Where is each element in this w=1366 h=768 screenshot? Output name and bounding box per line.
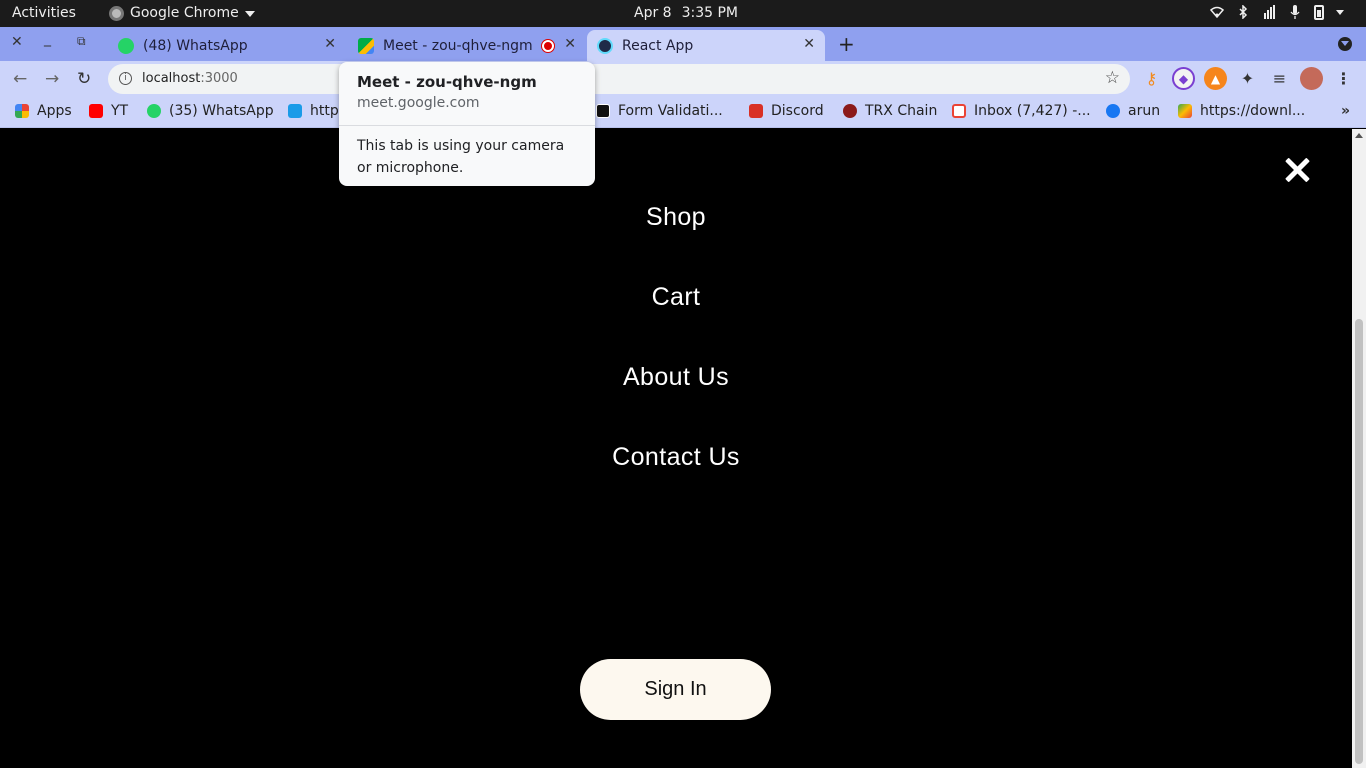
system-top-bar: Activities Google Chrome Apr 8 3:35 PM <box>0 0 1366 27</box>
bookmark-yt[interactable]: YT <box>89 103 128 119</box>
bookmark-http[interactable]: http <box>288 103 339 119</box>
window-minimize-icon[interactable]: _ <box>44 31 51 47</box>
app-name: Google Chrome <box>130 5 239 21</box>
window-restore-icon[interactable]: ⧉ <box>77 34 86 49</box>
tab-title: (48) WhatsApp <box>143 37 248 54</box>
hover-card-divider <box>339 125 595 126</box>
react-icon <box>597 37 613 54</box>
bookmark-star-icon[interactable]: ☆ <box>1105 68 1120 88</box>
recording-indicator-icon <box>542 40 554 52</box>
close-tab-icon[interactable]: ✕ <box>564 36 576 52</box>
bookmark-inbox[interactable]: Inbox (7,427) -... <box>952 103 1091 119</box>
link-icon <box>288 104 302 118</box>
tab-search-icon[interactable] <box>1338 37 1352 51</box>
tab-whatsapp[interactable]: (48) WhatsApp ✕ <box>108 30 346 61</box>
whatsapp-icon <box>118 37 134 54</box>
system-tray[interactable] <box>1210 4 1344 20</box>
url-text: localhost:3000 <box>142 71 238 86</box>
clock[interactable]: Apr 8 3:35 PM <box>634 5 738 21</box>
apps-grid-icon <box>15 104 29 118</box>
close-tab-icon[interactable]: ✕ <box>803 36 815 52</box>
page-scrollbar[interactable] <box>1352 129 1366 768</box>
bluetooth-icon <box>1236 4 1250 20</box>
google-play-icon <box>1178 104 1192 118</box>
nav-link-cart[interactable]: Cart <box>0 283 1352 312</box>
tab-title: React App <box>622 37 694 54</box>
nav-link-contact-us[interactable]: Contact Us <box>0 443 1352 472</box>
bookmark-arun[interactable]: arun <box>1106 103 1160 119</box>
address-bar[interactable]: i localhost:3000 ☆ <box>108 64 1130 94</box>
bookmark-apps[interactable]: Apps <box>15 103 72 119</box>
bookmarks-overflow-icon[interactable]: » <box>1341 103 1350 119</box>
caret-down-icon <box>244 11 255 17</box>
back-icon[interactable]: ← <box>13 69 27 89</box>
bookmark-whatsapp[interactable]: (35) WhatsApp <box>147 103 274 119</box>
profile-avatar[interactable] <box>1300 67 1323 90</box>
tray-dropdown-icon <box>1336 9 1344 15</box>
youtube-icon <box>89 104 103 118</box>
window-close-icon[interactable]: ✕ <box>11 34 23 50</box>
bookmark-form-validation[interactable]: Form Validati... <box>596 103 723 119</box>
page-content: Shop Cart About Us Contact Us Sign In <box>0 129 1352 768</box>
browser-toolbar: ← → ↻ i localhost:3000 ☆ ⚷ ◆ ▲ ✦ ≡ ⋮ <box>0 61 1366 97</box>
google-meet-icon <box>358 37 374 54</box>
battery-icon <box>1314 4 1324 20</box>
close-menu-icon[interactable] <box>1284 157 1310 183</box>
tab-google-meet[interactable]: Meet - zou-qhve-ngm ✕ <box>348 30 586 61</box>
activities-button[interactable]: Activities <box>12 5 76 21</box>
tab-strip: ✕ _ ⧉ (48) WhatsApp ✕ Meet - zou-qhve-ng… <box>0 27 1366 61</box>
microphone-icon <box>1288 4 1302 20</box>
site-info-icon[interactable]: i <box>119 72 132 85</box>
extensions-area: ⚷ ◆ ▲ ✦ ≡ ⋮ <box>1140 67 1355 90</box>
nav-link-about-us[interactable]: About Us <box>0 363 1352 392</box>
close-tab-icon[interactable]: ✕ <box>324 36 336 52</box>
scrollbar-thumb[interactable] <box>1355 319 1363 764</box>
facebook-icon <box>1106 104 1120 118</box>
calendar-icon <box>749 104 763 118</box>
gmail-icon <box>952 104 966 118</box>
app-menu[interactable]: Google Chrome <box>109 5 255 21</box>
media-queue-icon[interactable]: ≡ <box>1268 67 1291 90</box>
hover-card-url: meet.google.com <box>357 95 480 111</box>
key-extension-icon[interactable]: ⚷ <box>1140 67 1163 90</box>
date: Apr 8 <box>634 5 672 21</box>
chrome-icon <box>109 5 124 21</box>
metamask-fox-icon[interactable]: ▲ <box>1204 67 1227 90</box>
forward-icon[interactable]: → <box>45 69 59 89</box>
sign-in-button[interactable]: Sign In <box>580 659 771 720</box>
time: 3:35 PM <box>681 5 738 21</box>
whatsapp-icon <box>147 104 161 118</box>
medium-icon <box>596 104 610 118</box>
nav-link-shop[interactable]: Shop <box>0 203 1352 232</box>
puzzle-extensions-icon[interactable]: ✦ <box>1236 67 1259 90</box>
scroll-up-icon[interactable] <box>1355 133 1363 138</box>
chrome-menu-icon[interactable]: ⋮ <box>1332 67 1355 90</box>
network-signal-icon <box>1262 4 1276 20</box>
hover-card-title: Meet - zou-qhve-ngm <box>357 73 537 91</box>
bookmarks-bar: Apps YT (35) WhatsApp http Form Validati… <box>0 97 1366 128</box>
reload-icon[interactable]: ↻ <box>77 69 91 89</box>
extension-icon[interactable]: ◆ <box>1172 67 1195 90</box>
wifi-icon <box>1210 4 1224 20</box>
hover-card-message: This tab is using your camera or microph… <box>357 138 565 176</box>
bookmark-trx-chain[interactable]: TRX Chain <box>843 103 937 119</box>
bookmark-download[interactable]: https://downl... <box>1178 103 1305 119</box>
tab-title: Meet - zou-qhve-ngm <box>383 37 533 54</box>
tron-icon <box>843 104 857 118</box>
tab-react-app[interactable]: React App ✕ <box>587 30 825 61</box>
tab-hover-card: Meet - zou-qhve-ngm meet.google.com This… <box>339 62 595 186</box>
bookmark-discord[interactable]: Discord <box>749 103 824 119</box>
new-tab-icon[interactable]: + <box>838 32 855 56</box>
